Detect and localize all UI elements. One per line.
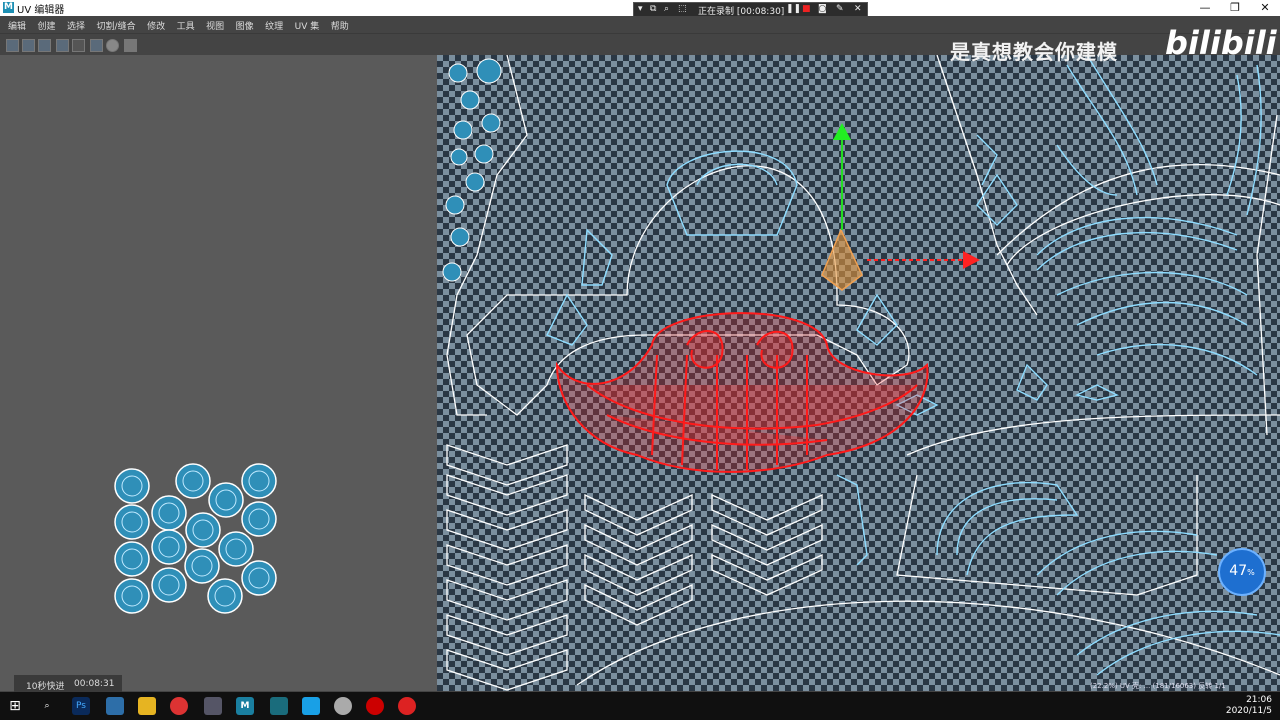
menu-texture[interactable]: 纹理 [265,19,283,32]
clock-time: 21:06 [1246,695,1272,705]
maximize-button[interactable]: ❐ [1220,0,1250,16]
menu-create[interactable]: 创建 [38,19,56,32]
watermark-text: 是真想教会你建模 [950,40,1118,64]
folder-icon[interactable] [138,697,156,715]
zoom-icon[interactable]: ⌕ [664,4,669,14]
menu-tools[interactable]: 工具 [177,19,195,32]
menu-cut-sew[interactable]: 切割/缝合 [97,19,136,32]
avatar-icon[interactable] [334,697,352,715]
photoshop-icon[interactable]: Ps [72,697,90,715]
menu-help[interactable]: 帮助 [331,19,349,32]
substance-icon[interactable] [398,697,416,715]
filter-icon[interactable] [56,39,69,52]
maya-logo-icon: M [3,2,14,13]
maya-icon[interactable]: M [236,697,254,715]
window-title: UV 编辑器 [17,5,65,16]
close-recorder-icon[interactable]: ✕ [854,4,862,14]
menu-edit[interactable]: 编辑 [8,19,26,32]
shaded-icon[interactable] [22,39,35,52]
close-button[interactable]: ✕ [1250,0,1280,16]
progress-badge[interactable]: 47% [1218,548,1266,596]
menu-view[interactable]: 视图 [206,19,224,32]
menu-modify[interactable]: 修改 [147,19,165,32]
menu-bar: 编辑 创建 选择 切割/缝合 修改 工具 视图 图像 纹理 UV 集 帮助 [0,16,1280,34]
pen-icon[interactable]: ✎ [836,4,844,14]
badge-value: 47 [1229,563,1248,579]
window-icon[interactable]: ⧉ [650,4,656,14]
menu-image[interactable]: 图像 [236,19,254,32]
timer-label: 10秒快进 [26,682,65,692]
pause-icon[interactable]: ❚❚ [786,4,801,14]
texture-icon[interactable] [38,39,51,52]
menu-uv-set[interactable]: UV 集 [295,19,320,32]
recorder-icon[interactable] [366,697,384,715]
minimize-button[interactable]: — [1190,0,1220,16]
search-icon[interactable]: ⌕ [38,697,56,715]
camera-icon[interactable]: ◙ [818,4,827,14]
menu-select[interactable]: 选择 [67,19,85,32]
system-clock[interactable]: 21:06 2020/11/5 [1226,695,1272,717]
explorer-icon[interactable] [204,697,222,715]
badge-unit: % [1247,568,1255,577]
region-icon[interactable]: ⬚ [678,4,687,14]
bilibili-logo: bilibili [1165,24,1277,62]
taskbar: ⊞ ⌕ Ps M 21:06 2020/11/5 [0,692,1280,720]
snapshot-icon[interactable] [124,39,137,52]
zbrush-icon[interactable] [270,697,288,715]
uv-shells [442,55,1280,691]
windows-start-icon[interactable]: ⊞ [6,697,24,715]
viewport-status: (22.2%) UV 壳: ... (181/16063) 反转 1/1 [1090,682,1226,690]
clock-date: 2020/11/5 [1225,706,1272,716]
uv-toolkit-icon[interactable] [6,39,19,52]
uv-viewport[interactable] [437,55,1280,691]
checker-icon[interactable] [106,39,119,52]
grid-icon[interactable] [90,39,103,52]
circle-uv-shells[interactable] [0,55,437,691]
dropdown-icon[interactable]: ▾ [638,4,643,14]
cloud-icon[interactable] [302,697,320,715]
stop-icon[interactable]: ■ [802,4,811,14]
border-icon[interactable] [72,39,85,52]
app-icon[interactable] [106,697,124,715]
chrome-icon[interactable] [170,697,188,715]
left-panel [0,55,437,691]
timer-time: 00:08:31 [74,679,115,689]
